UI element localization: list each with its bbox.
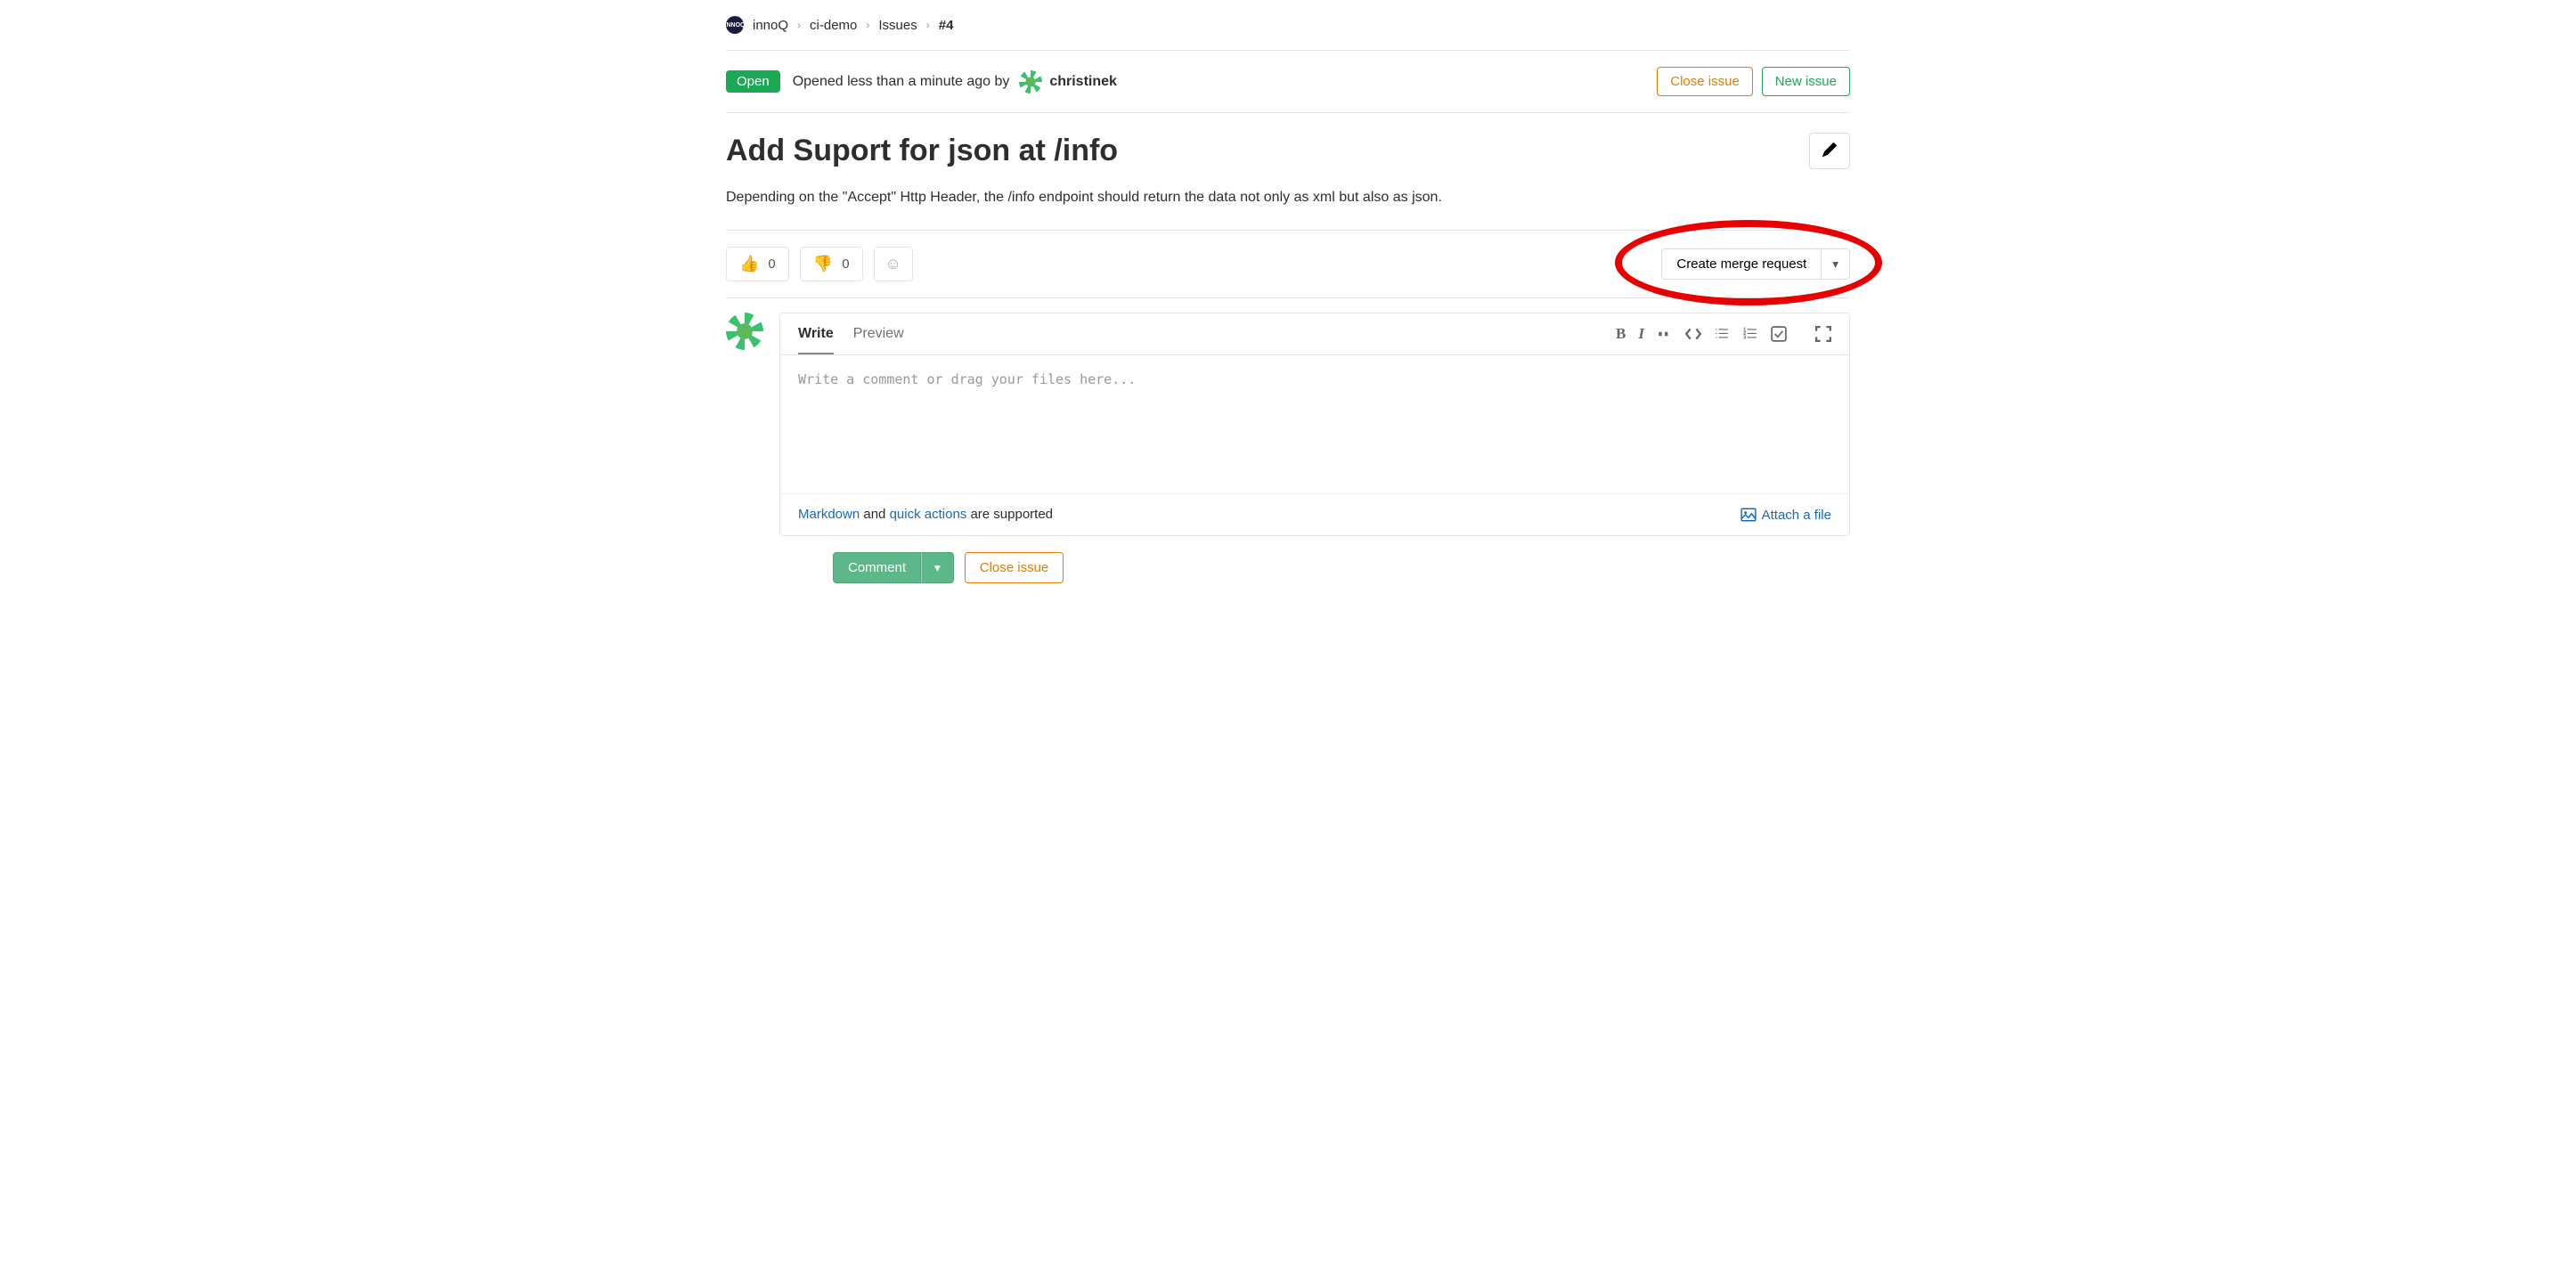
quick-actions-link[interactable]: quick actions bbox=[890, 507, 967, 522]
issue-title: Add Suport for json at /info bbox=[726, 134, 1118, 168]
thumbs-down-button[interactable]: 👎 0 bbox=[800, 247, 863, 281]
thumbs-down-count: 0 bbox=[842, 256, 849, 272]
org-avatar: INNOQ bbox=[726, 16, 744, 34]
tab-write[interactable]: Write bbox=[798, 313, 834, 354]
chevron-right-icon: › bbox=[926, 19, 930, 31]
comment-dropdown[interactable]: ▾ bbox=[921, 552, 954, 583]
image-icon bbox=[1740, 507, 1757, 523]
code-icon bbox=[1685, 326, 1701, 342]
numbered-list-icon: 123 bbox=[1742, 326, 1758, 342]
bullet-list-icon bbox=[1714, 326, 1730, 342]
chevron-right-icon: › bbox=[797, 19, 801, 31]
emoji-picker-button[interactable]: ☺ bbox=[874, 247, 913, 281]
thumbs-up-count: 0 bbox=[768, 256, 775, 272]
bold-button[interactable]: B bbox=[1616, 325, 1626, 343]
opened-info: Opened less than a minute ago by christi… bbox=[793, 70, 1117, 94]
comment-button-group: Comment ▾ bbox=[833, 552, 954, 583]
new-issue-button[interactable]: New issue bbox=[1762, 67, 1850, 96]
comment-box: Write Preview B I bbox=[779, 313, 1850, 536]
smiley-icon: ☺ bbox=[885, 255, 901, 272]
status-badge: Open bbox=[726, 70, 780, 93]
task-list-button[interactable] bbox=[1771, 326, 1787, 342]
tab-preview[interactable]: Preview bbox=[853, 313, 904, 354]
caret-down-icon: ▾ bbox=[1832, 257, 1838, 271]
markdown-support-text: Markdown and quick actions are supported bbox=[798, 507, 1053, 523]
quote-button[interactable] bbox=[1657, 326, 1673, 342]
create-merge-request-button[interactable]: Create merge request bbox=[1661, 248, 1821, 280]
caret-down-icon: ▾ bbox=[934, 561, 941, 574]
author-username[interactable]: christinek bbox=[1049, 74, 1117, 89]
editor-toolbar: B I 123 bbox=[1616, 325, 1831, 343]
breadcrumb-current: #4 bbox=[939, 18, 954, 33]
thumbs-down-icon: 👎 bbox=[813, 255, 833, 273]
comment-textarea[interactable] bbox=[780, 355, 1849, 489]
task-list-icon bbox=[1771, 326, 1787, 342]
thumbs-up-icon: 👍 bbox=[739, 255, 759, 273]
breadcrumb-project[interactable]: ci-demo bbox=[810, 18, 857, 33]
breadcrumb: INNOQ innoQ › ci-demo › Issues › #4 bbox=[726, 0, 1850, 50]
attach-file-button[interactable]: Attach a file bbox=[1740, 507, 1831, 523]
attach-file-label: Attach a file bbox=[1762, 508, 1831, 523]
bullet-list-button[interactable] bbox=[1714, 326, 1730, 342]
create-merge-request-dropdown[interactable]: ▾ bbox=[1821, 248, 1850, 280]
quote-icon bbox=[1657, 326, 1673, 342]
thumbs-up-button[interactable]: 👍 0 bbox=[726, 247, 789, 281]
fullscreen-icon bbox=[1815, 326, 1831, 342]
close-issue-button[interactable]: Close issue bbox=[1657, 67, 1753, 96]
svg-text:3: 3 bbox=[1743, 336, 1746, 341]
edit-button[interactable] bbox=[1809, 133, 1850, 169]
issue-description: Depending on the "Accept" Http Header, t… bbox=[726, 182, 1850, 230]
close-issue-button-bottom[interactable]: Close issue bbox=[965, 552, 1064, 583]
numbered-list-button[interactable]: 123 bbox=[1742, 326, 1758, 342]
breadcrumb-org[interactable]: innoQ bbox=[753, 18, 788, 33]
current-user-avatar bbox=[726, 313, 763, 350]
fullscreen-button[interactable] bbox=[1815, 326, 1831, 342]
create-merge-request-group: Create merge request ▾ bbox=[1661, 248, 1850, 280]
breadcrumb-section[interactable]: Issues bbox=[878, 18, 917, 33]
italic-button[interactable]: I bbox=[1638, 325, 1644, 343]
code-button[interactable] bbox=[1685, 326, 1701, 342]
opened-prefix: Opened less than a minute ago by bbox=[793, 74, 1014, 89]
chevron-right-icon: › bbox=[866, 19, 869, 31]
author-avatar[interactable] bbox=[1019, 70, 1042, 94]
comment-button[interactable]: Comment bbox=[833, 552, 921, 583]
pencil-icon bbox=[1822, 142, 1837, 157]
markdown-link[interactable]: Markdown bbox=[798, 507, 860, 522]
